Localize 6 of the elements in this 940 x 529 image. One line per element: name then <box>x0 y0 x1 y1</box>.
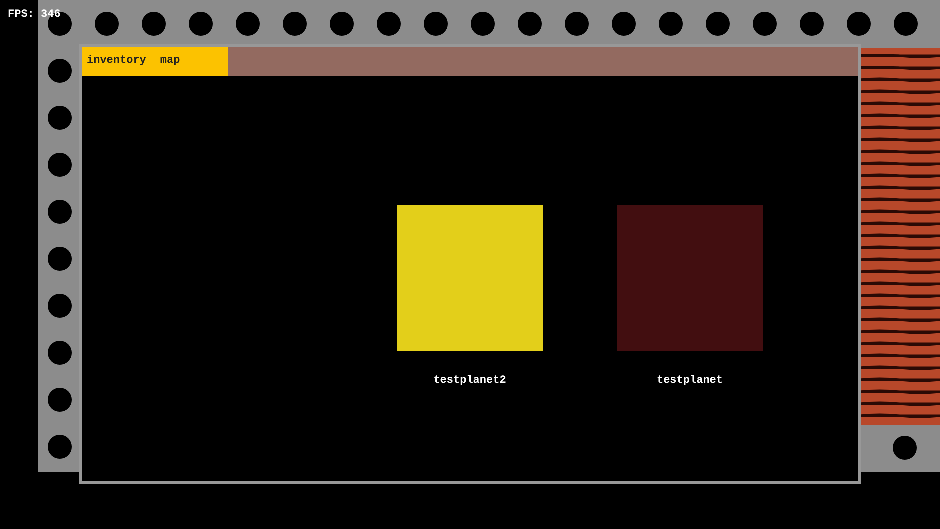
planet-square[interactable] <box>617 205 763 351</box>
planet-square[interactable] <box>397 205 543 351</box>
tab[interactable]: inventory <box>87 53 146 70</box>
planet-label: testplanet2 <box>434 374 506 389</box>
planet-label: testplanet <box>656 374 723 389</box>
tab[interactable]: map <box>160 53 180 70</box>
